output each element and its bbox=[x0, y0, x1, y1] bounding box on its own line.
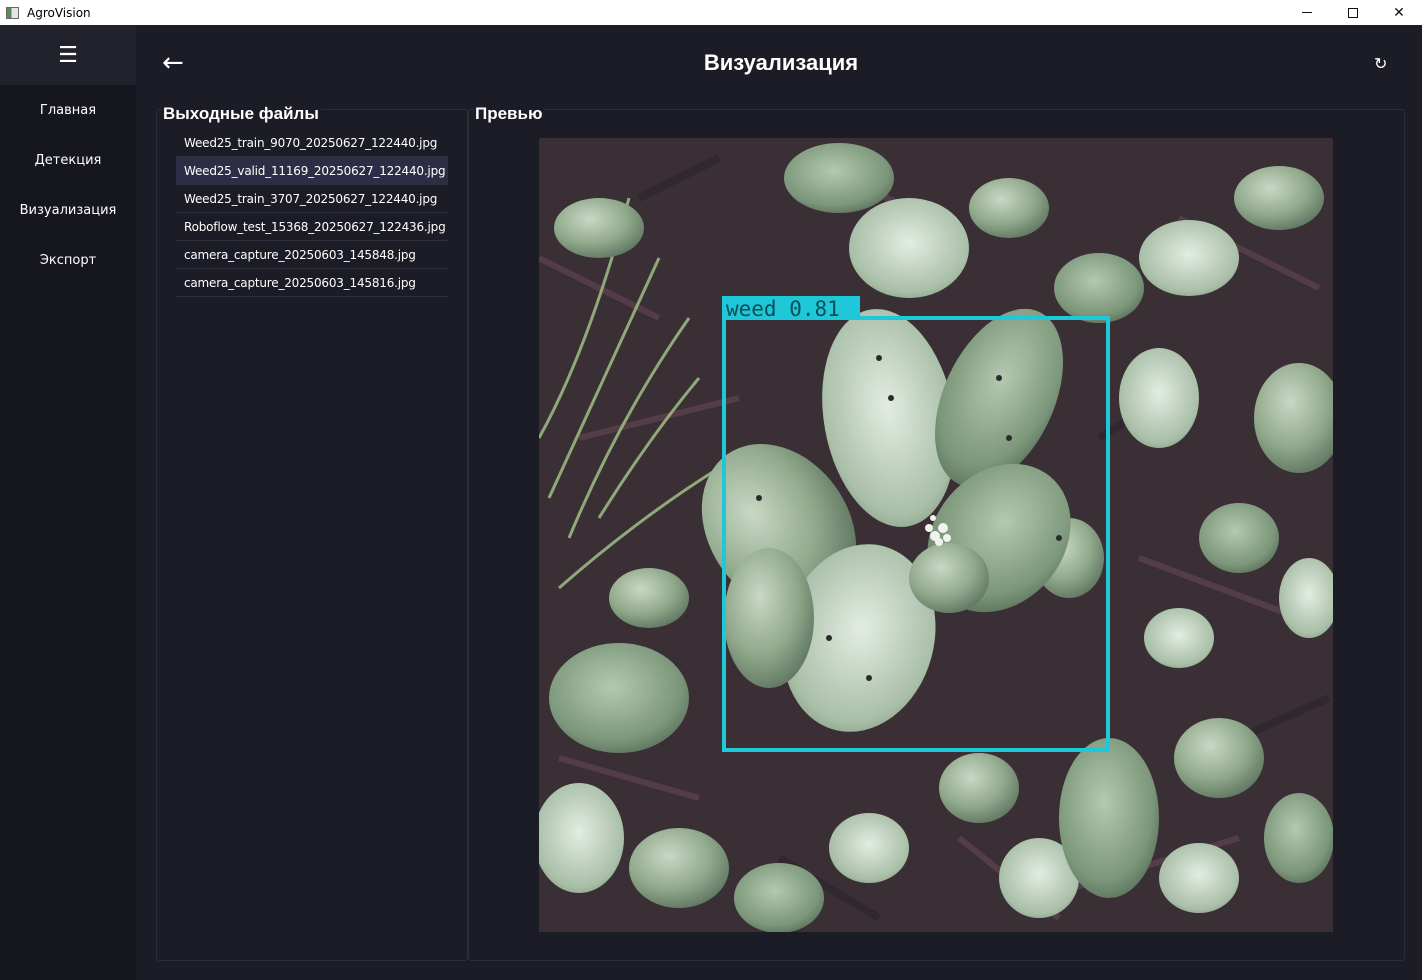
list-item[interactable]: Roboflow_test_15368_20250627_122436.jpg bbox=[176, 213, 448, 241]
back-arrow-icon: ← bbox=[162, 48, 184, 78]
sidebar-item-home[interactable]: Главная bbox=[0, 85, 136, 135]
list-item-selected[interactable]: Weed25_valid_11169_20250627_122440.jpg bbox=[176, 157, 448, 185]
sidebar-item-export[interactable]: Экспорт bbox=[0, 235, 136, 285]
app-icon bbox=[6, 6, 19, 19]
close-button[interactable]: ✕ bbox=[1376, 0, 1422, 25]
window-title: AgroVision bbox=[27, 5, 91, 20]
window-titlebar: AgroVision ✕ bbox=[0, 0, 1422, 25]
list-item[interactable]: Weed25_train_3707_20250627_122440.jpg bbox=[176, 185, 448, 213]
window-controls: ✕ bbox=[1284, 0, 1422, 25]
back-button[interactable]: ← bbox=[162, 48, 184, 78]
sidebar-item-visualization[interactable]: Визуализация bbox=[0, 185, 136, 235]
close-icon: ✕ bbox=[1393, 4, 1405, 21]
minimize-button[interactable] bbox=[1284, 0, 1330, 25]
list-item[interactable]: camera_capture_20250603_145816.jpg bbox=[176, 269, 448, 297]
preview-label: Превью bbox=[475, 104, 545, 124]
list-item[interactable]: camera_capture_20250603_145848.jpg bbox=[176, 241, 448, 269]
list-item[interactable]: Weed25_train_9070_20250627_122440.jpg bbox=[176, 129, 448, 157]
file-list: Weed25_train_9070_20250627_122440.jpg We… bbox=[176, 129, 448, 297]
sidebar-item-detection[interactable]: Детекция bbox=[0, 135, 136, 185]
hamburger-icon: ☰ bbox=[58, 42, 78, 67]
plant-photo: weed 0.81 bbox=[539, 138, 1333, 932]
menu-toggle-button[interactable]: ☰ bbox=[0, 25, 136, 85]
output-files-label: Выходные файлы bbox=[163, 104, 321, 124]
preview-image: weed 0.81 bbox=[539, 138, 1333, 932]
page-title: Визуализация bbox=[703, 50, 859, 75]
maximize-button[interactable] bbox=[1330, 0, 1376, 25]
detection-label: weed 0.81 bbox=[726, 297, 840, 321]
refresh-icon: ↻ bbox=[1374, 54, 1388, 73]
maximize-icon bbox=[1348, 7, 1358, 18]
refresh-button[interactable]: ↻ bbox=[1374, 54, 1387, 73]
sidebar: ☰ Главная Детекция Визуализация Экспорт bbox=[0, 25, 136, 980]
minimize-icon bbox=[1302, 12, 1312, 13]
